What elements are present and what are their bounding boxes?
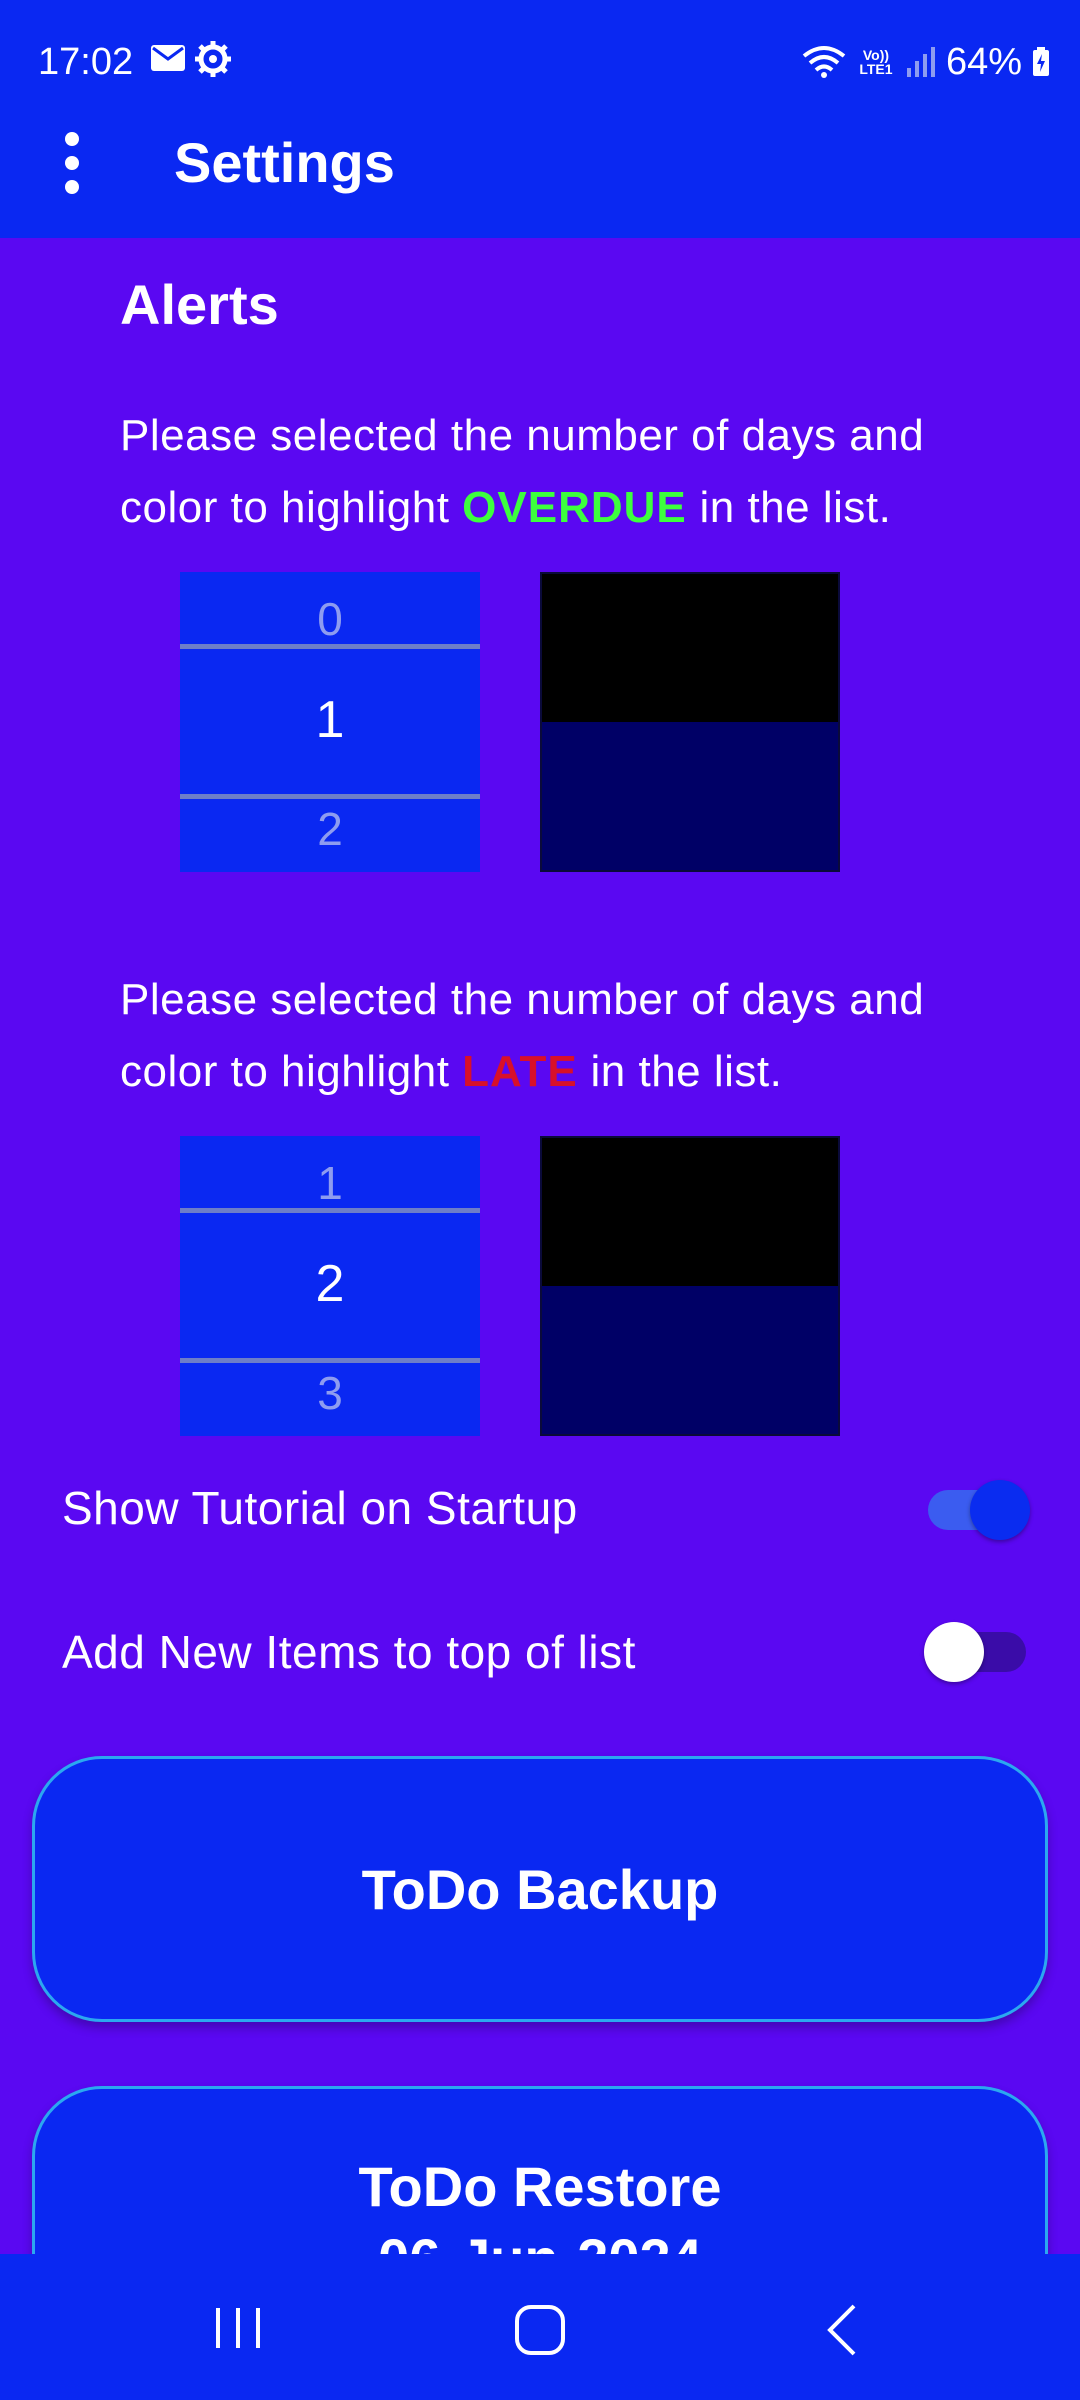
overdue-keyword: OVERDUE bbox=[462, 483, 687, 532]
recent-apps-icon[interactable] bbox=[212, 2306, 264, 2350]
overdue-picker-prev[interactable]: 0 bbox=[180, 592, 480, 646]
todo-backup-label: ToDo Backup bbox=[361, 1857, 719, 1921]
status-time: 17:02 bbox=[38, 41, 134, 83]
show-tutorial-label: Show Tutorial on Startup bbox=[62, 1482, 578, 1534]
late-picker-current[interactable]: 2 bbox=[180, 1254, 480, 1314]
overdue-desc-suffix: in the list. bbox=[686, 483, 892, 532]
page-title: Settings bbox=[174, 131, 395, 194]
battery-icon bbox=[1033, 47, 1049, 76]
switch-thumb bbox=[970, 1480, 1030, 1540]
overdue-days-picker[interactable]: 0 1 2 bbox=[180, 572, 480, 872]
system-nav-bar bbox=[0, 2254, 1080, 2400]
home-icon[interactable] bbox=[514, 2304, 566, 2356]
gear-icon bbox=[195, 41, 231, 77]
late-days-picker[interactable]: 1 2 3 bbox=[180, 1136, 480, 1436]
wifi-icon bbox=[802, 46, 846, 78]
late-description: Please selected the number of days and c… bbox=[120, 964, 1000, 1108]
back-icon[interactable] bbox=[822, 2302, 862, 2358]
network-label: Vo)) LTE1 bbox=[859, 47, 893, 77]
todo-restore-label: ToDo Restore bbox=[358, 2155, 722, 2218]
overdue-description: Please selected the number of days and c… bbox=[120, 400, 1000, 544]
todo-backup-button[interactable]: ToDo Backup bbox=[32, 1756, 1048, 2022]
alerts-section-title: Alerts bbox=[120, 273, 279, 336]
overdue-color-swatch[interactable] bbox=[540, 572, 840, 872]
late-picker-prev[interactable]: 1 bbox=[180, 1156, 480, 1210]
late-color-swatch[interactable] bbox=[540, 1136, 840, 1436]
status-indicators: Vo)) LTE1 64% bbox=[802, 38, 1050, 86]
switch-thumb bbox=[924, 1622, 984, 1682]
battery-percent: 64% bbox=[945, 41, 1022, 83]
overdue-color-bottom[interactable] bbox=[542, 722, 838, 870]
top-bar: 17:02 Vo)) LTE1 64% Settings bbox=[0, 0, 1080, 238]
overdue-color-top[interactable] bbox=[542, 574, 838, 722]
overdue-picker-next[interactable]: 2 bbox=[180, 794, 480, 856]
late-picker-next[interactable]: 3 bbox=[180, 1358, 480, 1420]
late-color-bottom[interactable] bbox=[542, 1286, 838, 1434]
picker-divider bbox=[180, 644, 480, 649]
late-color-top[interactable] bbox=[542, 1138, 838, 1286]
overflow-menu-icon[interactable] bbox=[50, 128, 94, 198]
overdue-picker-current[interactable]: 1 bbox=[180, 690, 480, 750]
signal-icon bbox=[906, 47, 935, 77]
mail-icon bbox=[151, 45, 185, 71]
show-tutorial-switch[interactable] bbox=[924, 1480, 1030, 1540]
late-keyword: LATE bbox=[462, 1047, 578, 1096]
add-to-top-label: Add New Items to top of list bbox=[62, 1626, 636, 1678]
add-to-top-switch[interactable] bbox=[924, 1622, 1030, 1682]
picker-divider bbox=[180, 1208, 480, 1213]
late-desc-suffix: in the list. bbox=[577, 1047, 783, 1096]
